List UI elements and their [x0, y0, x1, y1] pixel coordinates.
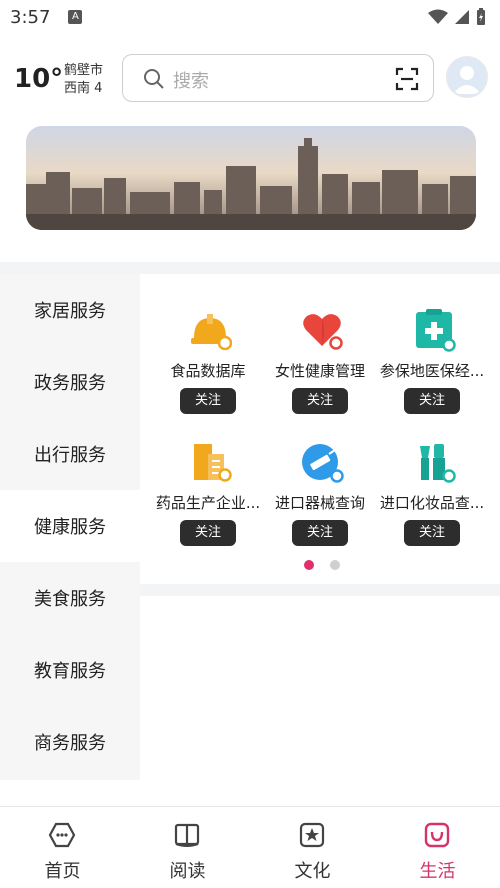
header: 10° 鹤壁市 西南 4 搜索	[0, 50, 500, 108]
search-input[interactable]: 搜索	[122, 54, 434, 102]
service-name: 食品数据库	[170, 362, 246, 380]
temperature: 10°	[14, 64, 64, 94]
nav-home[interactable]: 首页	[0, 807, 125, 888]
follow-button[interactable]: 关注	[404, 520, 460, 546]
star-box-icon	[299, 822, 325, 848]
service-card[interactable]: 参保地医保经... 关注	[372, 280, 492, 414]
service-name: 进口化妆品查...	[379, 494, 485, 512]
service-card[interactable]: 食品数据库 关注	[148, 280, 268, 414]
building-icon	[194, 444, 232, 482]
home-icon	[48, 822, 76, 848]
bag-icon	[424, 822, 450, 848]
status-time: 3:57	[10, 6, 51, 28]
category-item[interactable]: 商务服务	[0, 706, 140, 778]
page-dot-active[interactable]	[304, 560, 314, 570]
city-banner[interactable]	[26, 126, 476, 230]
nav-culture[interactable]: 文化	[250, 807, 375, 888]
category-item[interactable]: 家居服务	[0, 274, 140, 346]
service-name: 参保地医保经...	[379, 362, 485, 380]
service-name: 女性健康管理	[274, 362, 365, 380]
category-item[interactable]: 出行服务	[0, 418, 140, 490]
nav-label: 首页	[44, 861, 81, 882]
nav-label: 文化	[294, 861, 331, 882]
follow-button[interactable]: 关注	[180, 520, 236, 546]
nav-read[interactable]: 阅读	[125, 807, 250, 888]
battery-icon	[477, 8, 485, 25]
follow-button[interactable]: 关注	[180, 388, 236, 414]
scan-icon[interactable]	[395, 67, 419, 91]
status-icons	[428, 8, 486, 26]
category-item[interactable]: 政务服务	[0, 346, 140, 418]
user-avatar-icon	[453, 66, 481, 94]
wind-info: 西南 4	[64, 81, 103, 96]
service-card[interactable]: 进口化妆品查... 关注	[372, 412, 492, 546]
service-grid: 食品数据库 关注 女性健康管理 关注 参保地医保经... 关注 药品生产企业..…	[140, 274, 500, 584]
service-card[interactable]: 进口器械查询 关注	[260, 412, 380, 546]
clipboard-plus-icon	[416, 309, 456, 352]
category-item[interactable]: 教育服务	[0, 634, 140, 706]
service-card[interactable]: 女性健康管理 关注	[260, 280, 380, 414]
weather-location[interactable]: 鹤壁市 西南 4	[64, 62, 103, 98]
search-placeholder: 搜索	[173, 71, 209, 92]
heart-icon	[303, 314, 343, 350]
section-divider	[0, 262, 500, 274]
avatar[interactable]	[446, 56, 488, 98]
nav-life[interactable]: 生活	[375, 807, 500, 888]
category-list: 家居服务 政务服务 出行服务 健康服务 美食服务 教育服务 商务服务	[0, 274, 140, 780]
search-icon	[144, 69, 164, 89]
service-name: 药品生产企业...	[155, 494, 261, 512]
service-card[interactable]: 药品生产企业... 关注	[148, 412, 268, 546]
wifi-icon	[428, 9, 448, 24]
signal-icon	[455, 10, 469, 24]
city-skyline-image	[26, 126, 476, 230]
syringe-icon	[302, 444, 344, 483]
book-icon	[174, 823, 200, 847]
nav-label: 阅读	[169, 861, 206, 882]
notification-icon: A	[68, 10, 83, 24]
category-item[interactable]: 美食服务	[0, 562, 140, 634]
follow-button[interactable]: 关注	[292, 520, 348, 546]
page-dot[interactable]	[330, 560, 340, 570]
follow-button[interactable]: 关注	[292, 388, 348, 414]
city-name: 鹤壁市	[64, 63, 104, 78]
hardhat-icon	[191, 314, 232, 351]
category-item-active[interactable]: 健康服务	[0, 490, 140, 562]
service-name: 进口器械查询	[274, 494, 365, 512]
bottom-nav: 首页 阅读 文化 生活	[0, 806, 500, 888]
page-indicator	[304, 560, 340, 570]
nav-label: 生活	[419, 861, 456, 882]
status-bar: 3:57 A	[0, 0, 500, 34]
cosmetics-icon	[420, 444, 456, 483]
grid-divider	[140, 584, 500, 596]
follow-button[interactable]: 关注	[404, 388, 460, 414]
